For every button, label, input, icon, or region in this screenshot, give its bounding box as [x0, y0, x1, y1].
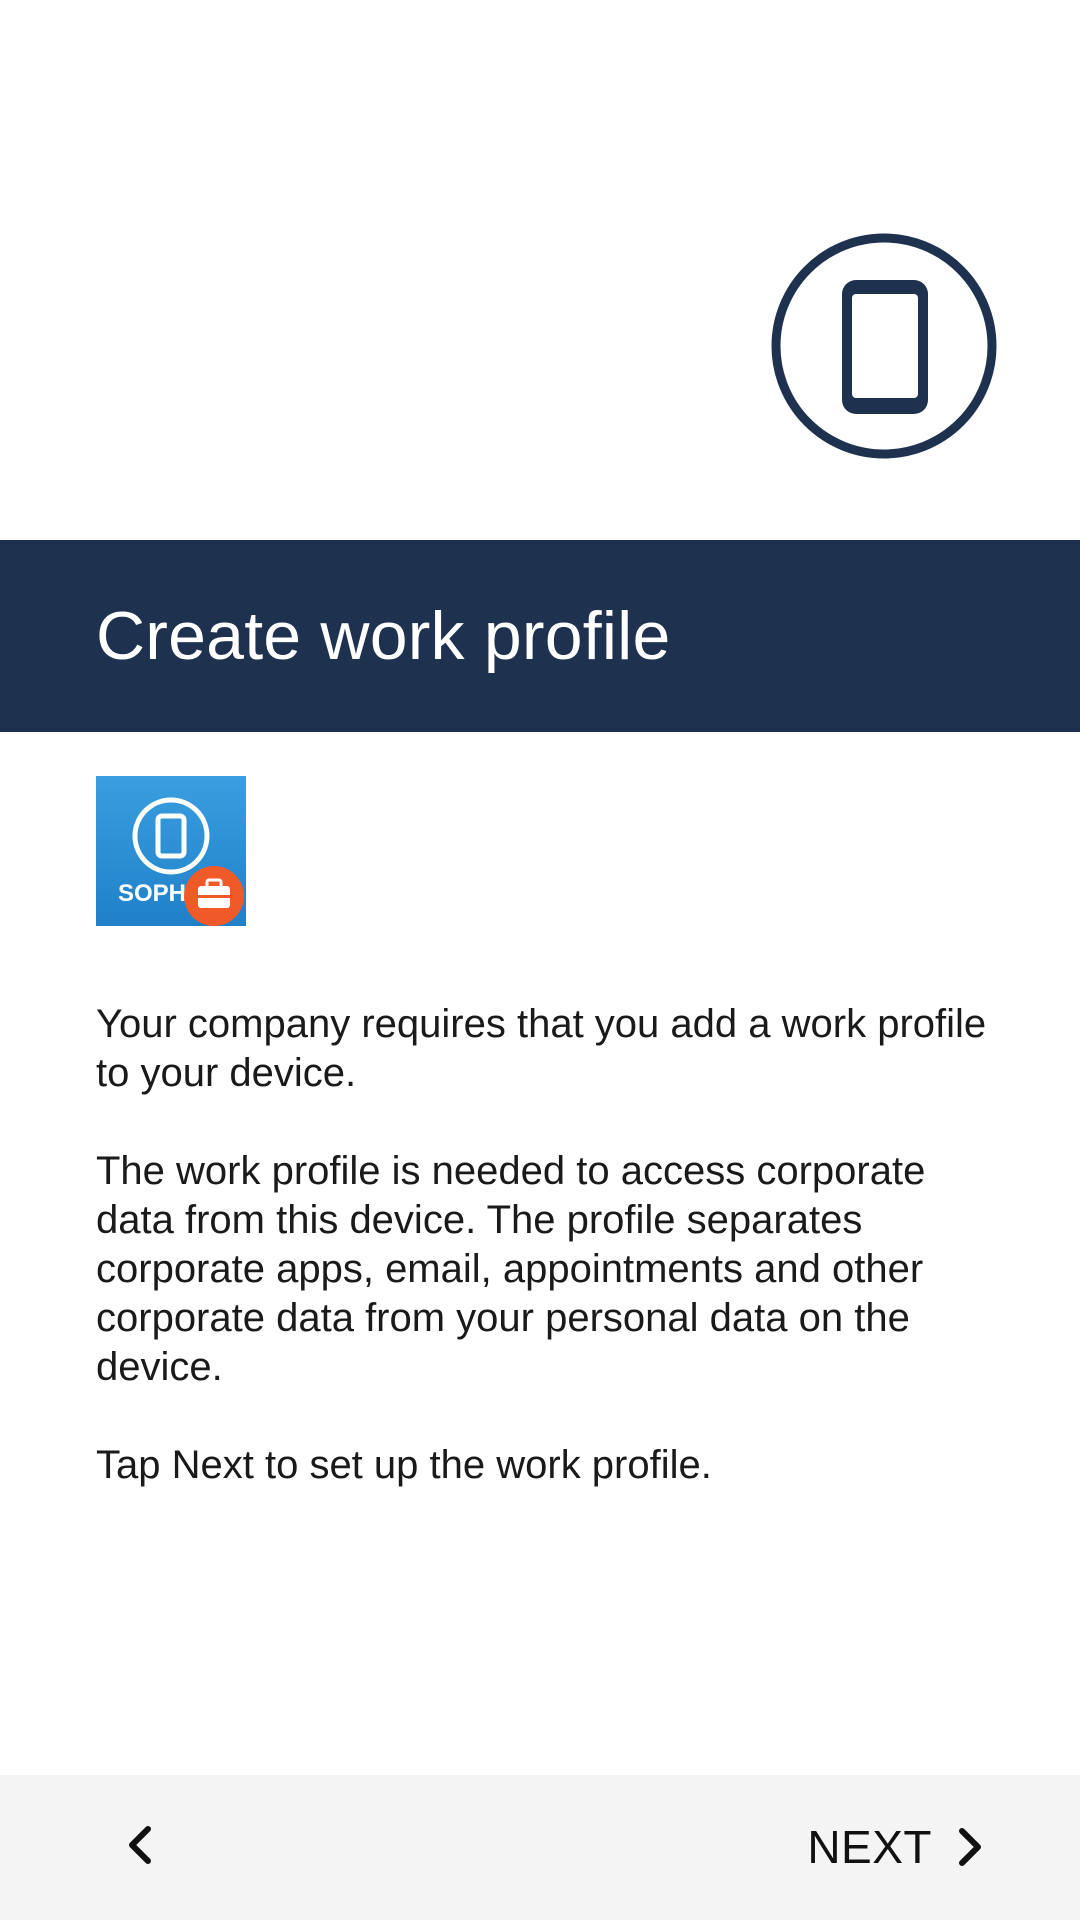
setup-screen: Create work profile SOPH Your company re… — [0, 0, 1080, 1920]
title-band: Create work profile — [0, 540, 1080, 732]
description: Your company requires that you add a wor… — [96, 1000, 996, 1539]
next-button[interactable]: NEXT — [750, 1797, 990, 1897]
app-icon-label: SOPH — [118, 880, 186, 907]
smartphone-icon — [771, 233, 997, 459]
chevron-right-icon — [959, 1828, 981, 1866]
paragraph-instruction: Tap Next to set up the work profile. — [96, 1443, 712, 1487]
page-title: Create work profile — [96, 598, 671, 674]
sophos-mobile-app-icon: SOPH — [96, 776, 246, 926]
back-button[interactable] — [100, 1805, 180, 1885]
hero-area — [0, 0, 1080, 540]
paragraph-explanation: The work profile is needed to access cor… — [96, 1149, 926, 1389]
chevron-left-icon — [129, 1826, 151, 1864]
navigation-bar: NEXT — [0, 1775, 1080, 1920]
paragraph-requirement: Your company requires that you add a wor… — [96, 1002, 987, 1095]
briefcase-icon — [184, 866, 244, 926]
next-label: NEXT — [807, 1821, 932, 1873]
